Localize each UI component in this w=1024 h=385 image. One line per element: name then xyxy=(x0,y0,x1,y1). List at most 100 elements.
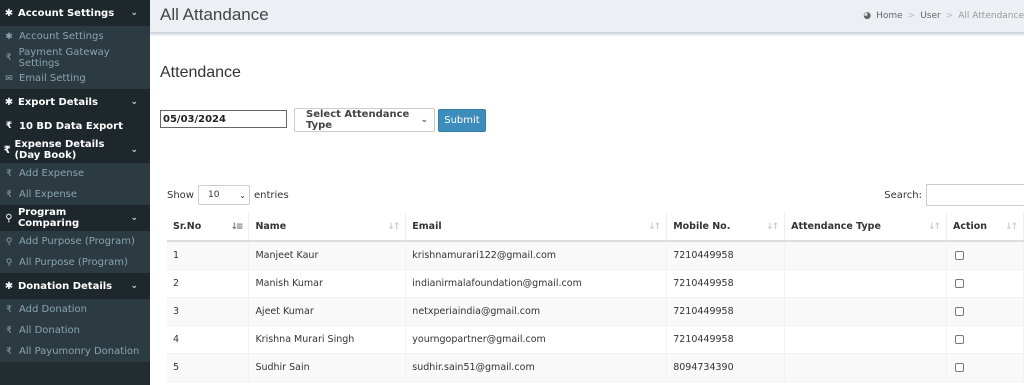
breadcrumb-separator: > xyxy=(945,11,954,21)
attendance-table: Sr.No ↓≡ Name ↓↑ Email ↓↑ Mobile No. ↓↑ Atte… xyxy=(167,213,1024,382)
sidebar: ✱ Account Settings ⌄ ✱ Account Settings … xyxy=(0,0,150,385)
column-header-name[interactable]: Name ↓↑ xyxy=(248,213,407,242)
sidebar-item-label: Account Settings xyxy=(19,31,104,42)
rupee-icon: ₹ xyxy=(6,189,12,200)
table-row: 1 Manjeet Kaur krishnamurari122@gmail.co… xyxy=(167,241,1024,270)
sidebar-item-all-expense[interactable]: ₹ All Expense xyxy=(0,184,150,205)
sidebar-group-expense-details[interactable]: ₹ Expense Details (Day Book) ⌄ xyxy=(0,137,150,163)
column-label: Attendance Type xyxy=(791,221,881,232)
cell-attendance-type xyxy=(784,241,947,270)
column-label: Action xyxy=(953,221,988,232)
column-header-mobile[interactable]: Mobile No. ↓↑ xyxy=(666,213,786,242)
breadcrumb-home[interactable]: Home xyxy=(876,11,903,21)
sidebar-item-add-donation[interactable]: ₹ Add Donation xyxy=(0,299,150,320)
sidebar-group-label: Program Comparing xyxy=(17,207,80,229)
sidebar-group-donation-details[interactable]: ✱ Donation Details ⌄ xyxy=(0,273,150,299)
sidebar-item-label: Add Purpose (Program) xyxy=(19,236,135,247)
cell-attendance-type xyxy=(784,269,947,298)
dashboard-icon: ◕ xyxy=(863,11,872,21)
breadcrumb-separator: > xyxy=(907,11,916,21)
table-search: Search: xyxy=(884,184,1024,206)
cell-name: Sudhir Sain xyxy=(248,353,407,382)
page-title: All Attandance xyxy=(160,5,269,24)
cell-action xyxy=(946,353,1024,382)
chevron-down-icon: ⌄ xyxy=(239,190,246,200)
sidebar-group-label: Donation Details xyxy=(18,280,113,292)
column-header-srno[interactable]: Sr.No ↓≡ xyxy=(167,213,250,242)
column-label: Email xyxy=(412,221,442,232)
cell-mobile: 7210449958 xyxy=(666,241,786,270)
cell-attendance-type xyxy=(784,297,947,326)
sidebar-group-export-details[interactable]: ✱ Export Details ⌄ xyxy=(0,89,150,115)
sidebar-group-label: Expense Details (Day Book) xyxy=(14,139,105,161)
cell-name: Ajeet Kumar xyxy=(248,297,407,326)
cell-attendance-type xyxy=(784,353,947,382)
rupee-icon: ₹ xyxy=(5,52,12,63)
sidebar-item-label: All Donation xyxy=(19,325,81,336)
map-pin-icon: ⚲ xyxy=(5,236,13,247)
cell-name: Manjeet Kaur xyxy=(248,241,407,270)
sort-icon: ↓↑ xyxy=(648,222,661,232)
sidebar-item-all-donation[interactable]: ₹ All Donation xyxy=(0,320,150,341)
sidebar-item-label: 10 BD Data Export xyxy=(19,120,123,132)
content-header: All Attandance ◕ Home > User > All Atten… xyxy=(150,0,1024,34)
cell-action xyxy=(946,269,1024,298)
rupee-icon: ₹ xyxy=(6,168,12,179)
chevron-down-icon: ⌄ xyxy=(130,281,138,291)
table-row: 3 Ajeet Kumar netxperiaindia@gmail.com 7… xyxy=(167,297,1024,326)
search-label: Search: xyxy=(884,189,922,201)
sidebar-item-all-purpose[interactable]: ⚲ All Purpose (Program) xyxy=(0,252,150,273)
sidebar-item-label: Add Expense xyxy=(19,168,84,179)
cell-email: indianirmalafoundation@gmail.com xyxy=(405,269,668,298)
submit-button[interactable]: Submit xyxy=(438,109,486,132)
cell-email: yourngopartner@gmail.com xyxy=(405,325,668,354)
entries-select[interactable]: 10 ⌄ xyxy=(197,185,250,205)
envelope-icon: ✉ xyxy=(5,73,13,84)
row-checkbox[interactable] xyxy=(955,278,964,288)
sidebar-item-add-purpose[interactable]: ⚲ Add Purpose (Program) xyxy=(0,231,150,252)
rupee-icon: ₹ xyxy=(3,144,11,156)
row-checkbox[interactable] xyxy=(955,306,964,316)
column-header-email[interactable]: Email ↓↑ xyxy=(405,213,668,242)
breadcrumb-user[interactable]: User xyxy=(920,11,941,21)
column-header-attendance-type[interactable]: Attendance Type ↓↑ xyxy=(784,213,947,242)
attendance-type-select[interactable]: Select Attendance Type ⌄ xyxy=(294,108,435,132)
sidebar-group-account-settings[interactable]: ✱ Account Settings ⌄ xyxy=(0,0,150,26)
gear-icon: ✱ xyxy=(4,96,14,108)
section-title: Attendance xyxy=(160,64,241,81)
sidebar-item-label: Add Donation xyxy=(19,304,87,315)
attendance-panel: Attendance Select Attendance Type ⌄ Subm… xyxy=(150,36,1024,385)
sidebar-item-account-settings[interactable]: ✱ Account Settings xyxy=(0,26,150,47)
column-header-action[interactable]: Action ↓↑ xyxy=(946,213,1024,242)
row-checkbox[interactable] xyxy=(955,362,964,372)
cell-attendance-type xyxy=(784,325,947,354)
sidebar-item-10bd-data-export[interactable]: ₹ 10 BD Data Export xyxy=(0,115,150,137)
cell-name: Krishna Murari Singh xyxy=(248,325,407,354)
cell-mobile: 7210449958 xyxy=(666,269,786,298)
attendance-type-value: Select Attendance Type xyxy=(306,109,410,131)
sidebar-group-program-comparing[interactable]: ⚲ Program Comparing ⌄ xyxy=(0,205,150,231)
column-label: Mobile No. xyxy=(673,221,731,232)
sidebar-item-all-payumonry-donation[interactable]: ₹ All Payumonry Donation xyxy=(0,341,150,362)
cell-mobile: 7210449958 xyxy=(666,325,786,354)
table-row: 2 Manish Kumar indianirmalafoundation@gm… xyxy=(167,269,1024,298)
sidebar-item-payment-gateway-settings[interactable]: ₹ Payment Gateway Settings xyxy=(0,47,150,69)
cell-action xyxy=(946,241,1024,270)
rupee-icon: ₹ xyxy=(5,121,13,131)
cell-mobile: 7210449958 xyxy=(666,297,786,326)
cell-email: sudhir.sain51@gmail.com xyxy=(405,353,668,382)
row-checkbox[interactable] xyxy=(955,250,964,260)
sidebar-item-add-expense[interactable]: ₹ Add Expense xyxy=(0,163,150,184)
cell-srno: 1 xyxy=(167,241,250,270)
column-label: Sr.No xyxy=(173,221,202,232)
sidebar-group-label: Export Details xyxy=(18,96,98,108)
show-entries: Show 10 ⌄ entries xyxy=(167,185,289,205)
sidebar-item-label: All Payumonry Donation xyxy=(19,346,140,357)
table-row: 5 Sudhir Sain sudhir.sain51@gmail.com 80… xyxy=(167,353,1024,382)
sidebar-item-label: Email Setting xyxy=(19,73,86,84)
row-checkbox[interactable] xyxy=(955,334,964,344)
sidebar-item-email-setting[interactable]: ✉ Email Setting xyxy=(0,68,150,89)
search-input[interactable] xyxy=(926,184,1024,206)
date-input[interactable] xyxy=(160,110,287,128)
chevron-down-icon: ⌄ xyxy=(130,213,138,223)
